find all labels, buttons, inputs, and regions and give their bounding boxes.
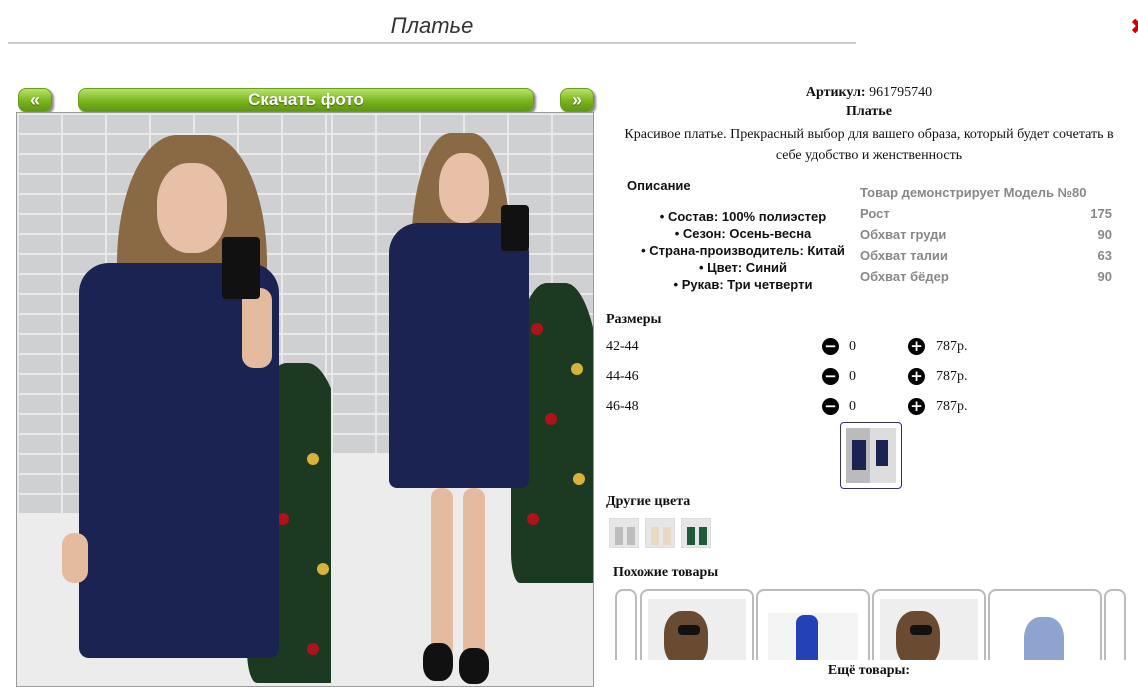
spec-item: Сезон: Осень-весна	[604, 225, 882, 242]
minus-icon[interactable]: −	[822, 338, 839, 355]
next-photo-button[interactable]: »	[560, 88, 594, 112]
model-row-label: Обхват груди	[860, 227, 947, 242]
spec-item: Цвет: Синий	[604, 259, 882, 276]
model-row-label: Обхват бёдер	[860, 269, 949, 284]
article-label: Артикул:	[805, 85, 866, 100]
specs-title: Описание	[627, 178, 691, 193]
photo-left-pose	[17, 113, 331, 686]
model-row: Обхват бёдер 90	[860, 266, 1112, 287]
color-variant-thumbnail[interactable]	[609, 518, 639, 548]
other-colors-title: Другие цвета	[606, 494, 691, 509]
product-description: Красивое платье. Прекрасный выбор для ва…	[624, 127, 1114, 163]
minus-icon[interactable]: −	[822, 368, 839, 385]
spec-item: Рукав: Три четверти	[604, 276, 882, 293]
size-row: 42-44 − 0 + 787р.	[606, 336, 1006, 358]
product-photo[interactable]	[16, 112, 594, 687]
model-row-value: 90	[1097, 269, 1112, 284]
more-products-links	[714, 680, 1014, 687]
model-row-label: Рост	[860, 206, 890, 221]
size-label: 42-44	[606, 339, 639, 354]
model-row-value: 90	[1097, 227, 1112, 242]
size-row: 44-46 − 0 + 787р.	[606, 366, 1006, 388]
minus-icon[interactable]: −	[822, 398, 839, 415]
selected-photo-thumbnail[interactable]	[840, 422, 902, 489]
plus-icon[interactable]: +	[908, 398, 925, 415]
model-row: Обхват груди 90	[860, 224, 1112, 245]
download-photo-button[interactable]: Скачать фото	[78, 88, 534, 112]
model-measurements: Товар демонстрирует Модель №80 Рост 175 …	[860, 182, 1112, 287]
photo-right-pose	[331, 113, 593, 686]
page-title: Платье	[8, 10, 856, 44]
plus-icon[interactable]: +	[908, 368, 925, 385]
size-quantity: 0	[849, 369, 856, 384]
model-row: Рост 175	[860, 203, 1112, 224]
size-price: 787р.	[936, 399, 968, 414]
size-row: 46-48 − 0 + 787р.	[606, 396, 1006, 418]
size-price: 787р.	[936, 339, 968, 354]
model-row-value: 63	[1097, 248, 1112, 263]
spec-item: Страна-производитель: Китай	[604, 242, 882, 259]
prev-photo-button[interactable]: «	[18, 88, 52, 112]
size-quantity: 0	[849, 339, 856, 354]
spec-item: Состав: 100% полиэстер	[604, 208, 882, 225]
article-line: Артикул: 961795740	[604, 84, 1134, 102]
size-price: 787р.	[936, 369, 968, 384]
model-row: Обхват талии 63	[860, 245, 1112, 266]
color-variant-thumbnail[interactable]	[645, 518, 675, 548]
color-variant-thumbnail[interactable]	[681, 518, 711, 548]
article-value: 961795740	[869, 85, 933, 100]
model-title: Товар демонстрирует Модель №80	[860, 185, 1087, 200]
product-name: Платье	[846, 104, 892, 119]
model-row-label: Обхват талии	[860, 248, 948, 263]
size-quantity: 0	[849, 399, 856, 414]
size-label: 44-46	[606, 369, 639, 384]
plus-icon[interactable]: +	[908, 338, 925, 355]
specs-list: Состав: 100% полиэстер Сезон: Осень-весн…	[604, 208, 882, 293]
sizes-title: Размеры	[606, 312, 662, 327]
size-label: 46-48	[606, 399, 639, 414]
model-row-value: 175	[1090, 206, 1112, 221]
similar-products-title: Похожие товары	[613, 565, 719, 580]
close-icon[interactable]: ✖	[1130, 16, 1138, 40]
